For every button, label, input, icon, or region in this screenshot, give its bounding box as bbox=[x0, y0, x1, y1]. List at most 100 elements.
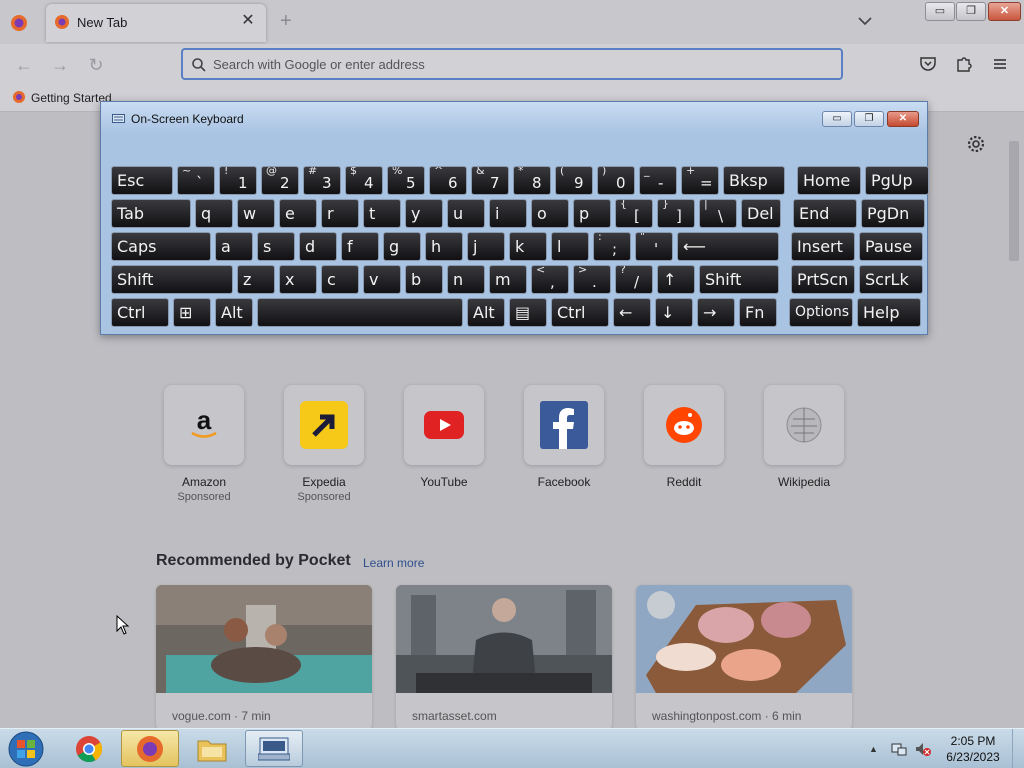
osk-title-bar[interactable]: On-Screen Keyboard ▭ ❐ ✕ bbox=[101, 102, 927, 134]
tab-close-icon[interactable]: ✕ bbox=[238, 11, 258, 31]
osk-key[interactable]: r bbox=[321, 199, 359, 228]
osk-key[interactable]: Shift bbox=[699, 265, 779, 294]
on-screen-keyboard-window[interactable]: On-Screen Keyboard ▭ ❐ ✕ Esc ~ `! 1 @2 #3 $4% 5… bbox=[100, 101, 929, 335]
osk-key[interactable]: @2 bbox=[261, 166, 299, 195]
extensions-icon[interactable] bbox=[954, 54, 974, 74]
osk-key[interactable] bbox=[257, 298, 463, 327]
osk-key[interactable]: i bbox=[489, 199, 527, 228]
osk-key[interactable]: b bbox=[405, 265, 443, 294]
taskbar-explorer[interactable] bbox=[183, 730, 241, 767]
shortcut-youtube[interactable]: YouTube bbox=[394, 385, 494, 489]
window-maximize-button[interactable]: ❐ bbox=[956, 2, 986, 21]
osk-key[interactable]: PrtScn bbox=[791, 265, 855, 294]
shortcut-facebook[interactable]: Facebook bbox=[514, 385, 614, 489]
shortcut-expedia[interactable]: Expedia Sponsored bbox=[274, 385, 374, 503]
osk-key[interactable]: ScrLk bbox=[859, 265, 923, 294]
osk-key[interactable]: Help bbox=[857, 298, 921, 327]
shortcut-wikipedia[interactable]: Wikipedia bbox=[754, 385, 854, 489]
pocket-card[interactable]: vogue.com · 7 min bbox=[156, 585, 372, 730]
url-bar[interactable] bbox=[181, 48, 843, 80]
osk-key[interactable]: ? / bbox=[615, 265, 653, 294]
url-input[interactable] bbox=[213, 54, 813, 74]
forward-icon[interactable]: → bbox=[49, 54, 71, 76]
osk-key[interactable]: o bbox=[531, 199, 569, 228]
osk-key[interactable]: Ctrl bbox=[111, 298, 169, 327]
osk-key[interactable]: ▤ bbox=[509, 298, 547, 327]
osk-key[interactable]: u bbox=[447, 199, 485, 228]
osk-key[interactable]: z bbox=[237, 265, 275, 294]
osk-key[interactable]: <, bbox=[531, 265, 569, 294]
osk-key[interactable]: ^ 6 bbox=[429, 166, 467, 195]
osk-key[interactable]: w bbox=[237, 199, 275, 228]
osk-key[interactable]: PgUp bbox=[865, 166, 929, 195]
osk-key[interactable]: _ - bbox=[639, 166, 677, 195]
osk-key[interactable]: Shift bbox=[111, 265, 233, 294]
tab-new-tab[interactable]: New Tab ✕ bbox=[46, 4, 266, 42]
taskbar-firefox[interactable] bbox=[121, 730, 179, 767]
osk-maximize-button[interactable]: ❐ bbox=[854, 111, 884, 127]
show-hidden-icons-icon[interactable]: ▲ bbox=[869, 744, 878, 754]
osk-key[interactable]: ↓ bbox=[655, 298, 693, 327]
osk-key[interactable]: $4 bbox=[345, 166, 383, 195]
osk-key[interactable]: " ' bbox=[635, 232, 673, 261]
pocket-card[interactable]: washingtonpost.com · 6 min bbox=[636, 585, 852, 730]
taskbar-chrome[interactable] bbox=[60, 730, 118, 767]
osk-key[interactable]: f bbox=[341, 232, 379, 261]
taskbar-on-screen-keyboard[interactable] bbox=[245, 730, 303, 767]
pocket-icon[interactable] bbox=[918, 54, 938, 74]
network-icon[interactable] bbox=[890, 740, 908, 758]
osk-close-button[interactable]: ✕ bbox=[887, 111, 919, 127]
osk-key[interactable]: t bbox=[363, 199, 401, 228]
osk-key[interactable]: q bbox=[195, 199, 233, 228]
back-icon[interactable]: ← bbox=[13, 54, 35, 76]
osk-key[interactable]: Alt bbox=[467, 298, 505, 327]
osk-key[interactable]: d bbox=[299, 232, 337, 261]
reload-icon[interactable]: ↻ bbox=[85, 54, 107, 76]
osk-key[interactable]: ⟵ bbox=[677, 232, 779, 261]
bookmark-getting-started[interactable]: Getting Started bbox=[12, 90, 112, 105]
osk-key[interactable]: {[ bbox=[615, 199, 653, 228]
osk-key[interactable]: k bbox=[509, 232, 547, 261]
shortcut-reddit[interactable]: Reddit bbox=[634, 385, 734, 489]
pocket-card[interactable]: smartasset.com bbox=[396, 585, 612, 730]
list-all-tabs-icon[interactable] bbox=[856, 12, 874, 30]
osk-key[interactable]: * 8 bbox=[513, 166, 551, 195]
osk-key[interactable]: n bbox=[447, 265, 485, 294]
osk-key[interactable]: ) 0 bbox=[597, 166, 635, 195]
osk-key[interactable]: → bbox=[697, 298, 735, 327]
osk-key[interactable]: (9 bbox=[555, 166, 593, 195]
firefox-menu-icon[interactable] bbox=[8, 12, 30, 34]
osk-key[interactable]: ← bbox=[613, 298, 651, 327]
osk-key[interactable]: % 5 bbox=[387, 166, 425, 195]
osk-key[interactable]: + = bbox=[681, 166, 719, 195]
osk-key[interactable]: Del bbox=[741, 199, 781, 228]
osk-key[interactable]: a bbox=[215, 232, 253, 261]
osk-minimize-button[interactable]: ▭ bbox=[822, 111, 852, 127]
osk-key[interactable]: l bbox=[551, 232, 589, 261]
pocket-learn-more-link[interactable]: Learn more bbox=[363, 556, 424, 570]
osk-key[interactable]: ! 1 bbox=[219, 166, 257, 195]
shortcut-amazon[interactable]: a Amazon Sponsored bbox=[154, 385, 254, 503]
new-tab-button[interactable]: + bbox=[280, 10, 292, 33]
osk-key[interactable]: }] bbox=[657, 199, 695, 228]
osk-key[interactable]: y bbox=[405, 199, 443, 228]
osk-key[interactable]: | \ bbox=[699, 199, 737, 228]
osk-key[interactable]: m bbox=[489, 265, 527, 294]
osk-key[interactable]: Insert bbox=[791, 232, 855, 261]
osk-key[interactable]: Bksp bbox=[723, 166, 785, 195]
osk-key[interactable]: Options bbox=[789, 298, 853, 327]
osk-key[interactable]: c bbox=[321, 265, 359, 294]
osk-key[interactable]: g bbox=[383, 232, 421, 261]
osk-key[interactable]: j bbox=[467, 232, 505, 261]
osk-key[interactable]: ⊞ bbox=[173, 298, 211, 327]
menu-icon[interactable] bbox=[990, 54, 1010, 74]
start-button-icon[interactable] bbox=[6, 730, 46, 768]
osk-key[interactable]: Ctrl bbox=[551, 298, 609, 327]
window-close-button[interactable]: ✕ bbox=[988, 2, 1021, 21]
page-scrollbar[interactable] bbox=[1007, 127, 1021, 727]
volume-muted-icon[interactable] bbox=[914, 740, 932, 758]
osk-key[interactable]: >. bbox=[573, 265, 611, 294]
osk-key[interactable]: s bbox=[257, 232, 295, 261]
osk-key[interactable]: Caps bbox=[111, 232, 211, 261]
osk-key[interactable]: v bbox=[363, 265, 401, 294]
